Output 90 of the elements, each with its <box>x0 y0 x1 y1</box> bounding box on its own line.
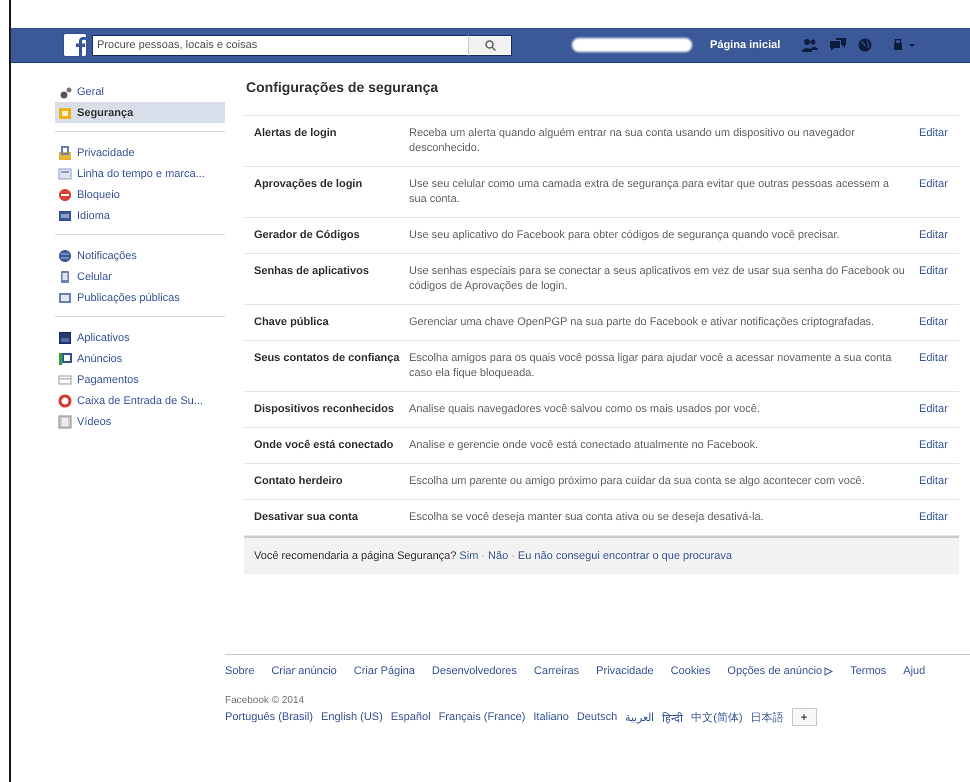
footer-link[interactable]: Sobre <box>225 665 254 677</box>
setting-description: Use seu celular como uma camada extra de segurança para evitar que outras pessoas acessem a sua conta. <box>409 177 890 207</box>
sidebar-item[interactable]: Publicações públicas <box>55 287 225 308</box>
setting-name: Aprovações de login <box>254 177 364 192</box>
ads-icon <box>58 352 72 366</box>
setting-name: Contato herdeiro <box>254 474 344 489</box>
sidebar-item[interactable]: Caixa de Entrada de Su... <box>55 390 225 411</box>
setting-description: Use seu aplicativo do Facebook para obter códigos de segurança quando você precisar. <box>409 228 840 243</box>
messages-icon[interactable] <box>830 38 846 52</box>
sidebar-item[interactable]: Segurança <box>55 102 225 123</box>
setting-description: Receba um alerta quando alguém entrar na sua conta usando um dispositivo ou navegador desconhecido. <box>409 126 856 156</box>
footer-link[interactable]: Criar anúncio <box>271 665 337 677</box>
friends-icon[interactable] <box>802 38 818 52</box>
globe-icon <box>58 248 72 262</box>
edit-link[interactable]: Editar <box>919 126 959 156</box>
search-field[interactable]: Procure pessoas, locais e coisas <box>92 34 468 56</box>
feedback-link[interactable]: Sim <box>459 550 478 562</box>
sidebar-item[interactable]: Anúncios <box>55 348 225 369</box>
copyright: Facebook © 2014 <box>225 695 306 706</box>
lock-menu-icon[interactable] <box>894 39 916 51</box>
feedback-link[interactable]: Não <box>488 550 508 562</box>
edit-link[interactable]: Editar <box>919 474 959 489</box>
footer-link[interactable]: Privacidade <box>596 665 654 677</box>
setting-name: Dispositivos reconhecidos <box>254 402 395 417</box>
more-languages-button[interactable]: + <box>792 708 817 726</box>
language-link[interactable]: Español <box>390 711 431 723</box>
language-link[interactable]: Français (France) <box>438 711 526 723</box>
edit-link[interactable]: Editar <box>919 228 959 243</box>
home-link[interactable]: Página inicial <box>710 39 780 51</box>
footer-link[interactable]: Cookies <box>670 665 710 677</box>
edit-link[interactable]: Editar <box>919 351 959 381</box>
edit-link[interactable]: Editar <box>919 264 959 294</box>
footer-link[interactable]: Carreiras <box>534 665 580 677</box>
sidebar-item[interactable]: Aplicativos <box>55 327 225 348</box>
page-title: Configurações de segurança <box>246 79 440 95</box>
edit-link[interactable]: Editar <box>919 402 959 417</box>
setting-name: Onde você está conectado <box>254 438 394 453</box>
language-link[interactable]: Português (Brasil) <box>225 711 314 723</box>
ad-choices-icon <box>824 666 834 676</box>
setting-description: Analise e gerencie onde você está conectado atualmente no Facebook. <box>409 438 760 453</box>
language-link[interactable]: العربية <box>625 710 654 724</box>
card-icon <box>58 372 72 386</box>
language-link[interactable]: Italiano <box>533 711 569 723</box>
setting-name: Seus contatos de confiança <box>254 351 400 366</box>
setting-description: Escolha amigos para os quais você possa ligar para ajudar você a acessar novamente a sua conta caso ela fique bloqueada. <box>409 351 892 381</box>
language-link[interactable]: 日本語 <box>750 710 784 724</box>
setting-description: Escolha um parente ou amigo próximo para cuidar da sua conta se algo acontecer com você. <box>409 474 866 489</box>
block-icon <box>58 188 72 202</box>
footer-link[interactable]: Termos <box>850 665 886 677</box>
footer-link[interactable]: Opções de anúncio <box>727 665 834 677</box>
feedback-link[interactable]: Eu não consegui encontrar o que procurava <box>518 550 732 562</box>
sidebar-item[interactable]: Bloqueio <box>55 184 225 205</box>
setting-name: Chave pública <box>254 315 330 330</box>
edit-link[interactable]: Editar <box>919 177 959 207</box>
timeline-icon <box>58 166 72 180</box>
edit-link[interactable]: Editar <box>919 438 959 453</box>
sidebar-item[interactable]: Celular <box>55 266 225 287</box>
separator-dot: · <box>511 550 515 562</box>
language-link[interactable]: हिन्दी <box>662 710 684 724</box>
sidebar-item[interactable]: Privacidade <box>55 142 225 163</box>
language-link[interactable]: Deutsch <box>576 711 618 723</box>
separator-dot: · <box>481 550 486 562</box>
setting-name: Alertas de login <box>254 126 338 141</box>
setting-name: Gerador de Códigos <box>254 228 361 243</box>
sidebar-item[interactable]: Pagamentos <box>55 369 225 390</box>
footer-link[interactable]: Ajud <box>903 665 926 677</box>
sidebar-item[interactable]: Linha do tempo e marca... <box>55 163 225 184</box>
edit-link[interactable]: Editar <box>919 315 959 330</box>
setting-name: Senhas de aplicativos <box>254 264 370 279</box>
sidebar-item[interactable]: Idioma <box>55 205 225 226</box>
setting-description: Gerenciar uma chave OpenPGP na sua parte do Facebook e ativar notificações criptografadas. <box>409 315 876 330</box>
search-icon <box>484 40 496 50</box>
setting-name: Desativar sua conta <box>254 510 359 525</box>
footer-link[interactable]: Criar Página <box>354 665 415 677</box>
phone-icon <box>58 270 72 284</box>
sidebar-item[interactable]: Vídeos <box>55 411 225 432</box>
sidebar-item[interactable]: Notificações <box>55 245 225 266</box>
setting-description: Analise quais navegadores você salvou como os mais usados por você. <box>409 402 761 417</box>
language-link[interactable]: 中文(简体) <box>691 710 743 724</box>
footer-link[interactable]: Desenvolvedores <box>432 665 517 677</box>
setting-description: Use senhas especiais para se conectar a seus aplicativos em vez de usar sua senha do Facebook ou códigos de Aprovações de login. <box>409 264 906 294</box>
feedback-question: Você recomendaria a página Segurança? <box>254 550 456 562</box>
setting-description: Escolha se você deseja manter sua conta ativa ou se deseja desativá-la. <box>409 510 765 525</box>
sidebar-item[interactable]: Geral <box>55 81 225 102</box>
language-link[interactable]: English (US) <box>321 711 383 723</box>
lock-icon <box>58 146 72 160</box>
facebook-logo[interactable] <box>64 34 86 56</box>
globe-icon[interactable] <box>858 38 872 52</box>
search-button[interactable] <box>468 34 512 56</box>
edit-link[interactable]: Editar <box>919 510 959 525</box>
